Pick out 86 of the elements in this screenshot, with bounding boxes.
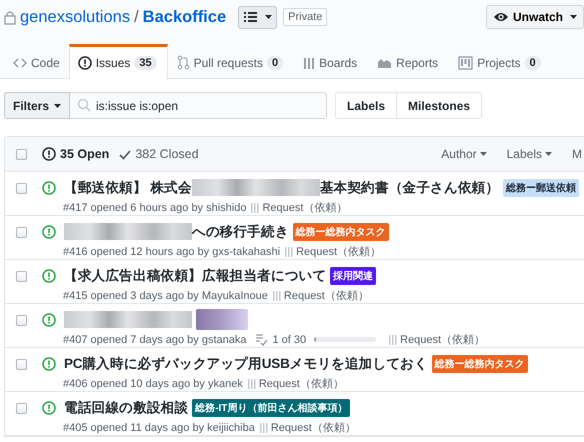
issue-title-link[interactable]: 電話回線の敷設相談 <box>64 398 188 416</box>
redacted-label <box>196 309 248 330</box>
search-field[interactable]: is:issue is:open <box>70 92 328 119</box>
issue-label[interactable]: 総務ー総務内タスク <box>432 354 528 372</box>
nav-button[interactable]: Milestones <box>397 92 482 119</box>
eye-icon <box>492 10 509 24</box>
issue-meta: #407 opened 7 days ago by gstanaka <box>63 334 246 346</box>
milestone-icon <box>260 422 268 434</box>
milestone-icon <box>248 378 256 390</box>
nav-tab[interactable]: Issues 35 <box>68 44 168 80</box>
task-count: 1 of 30 <box>272 334 306 346</box>
code-brackets-icon <box>13 56 27 68</box>
lock-icon <box>4 10 16 24</box>
issue-title-link[interactable]: 【郵送依頼】 株式会 <box>64 178 192 196</box>
repo-name-link[interactable]: Backoffice <box>142 8 226 26</box>
repo-owner-link[interactable]: genexsolutions <box>20 8 130 26</box>
milestone-icon <box>251 202 260 214</box>
checkbox[interactable] <box>16 183 27 194</box>
milestone-link[interactable]: Request（依頼） <box>272 288 369 303</box>
issue-meta: #416 opened 12 hours ago by gxs-takahashi <box>63 246 280 258</box>
open-issue-icon <box>42 357 56 371</box>
count-badge: 0 <box>524 56 541 70</box>
open-issue-icon <box>42 269 56 283</box>
list-menu-button[interactable] <box>238 6 278 28</box>
nav-tab[interactable]: Code <box>4 44 71 79</box>
nav-tab[interactable]: Projects 0 <box>449 44 552 79</box>
issue-title-link[interactable]: 基本契約書（金子さん依頼） <box>320 178 500 196</box>
list-icon <box>244 11 257 23</box>
issue-meta: #406 opened 10 days ago by ykanek <box>63 378 243 390</box>
filters-button[interactable]: Filters <box>4 92 70 119</box>
search-icon <box>77 98 92 112</box>
checkbox[interactable] <box>16 227 27 238</box>
open-issue-icon <box>42 401 56 415</box>
unwatch-button[interactable]: Unwatch <box>486 5 584 29</box>
issue-title-link[interactable]: PC購入時に必ずバックアップ用USBメモリを追加しておく <box>64 354 428 372</box>
milestone-link[interactable]: Request（依頼） <box>251 200 348 215</box>
nav-tab[interactable]: Reports <box>368 44 450 79</box>
checkbox[interactable] <box>16 359 27 370</box>
milestone-icon <box>389 334 398 346</box>
milestone-icon <box>272 290 281 302</box>
exclamation-circle-icon <box>78 56 92 70</box>
filter-menu[interactable]: Labels <box>506 147 552 161</box>
nav-button[interactable]: Labels <box>335 92 398 119</box>
private-badge: Private <box>283 8 328 26</box>
exclamation-circle-icon <box>42 147 56 161</box>
closed-count-link[interactable]: 382 Closed <box>119 147 199 161</box>
milestone-icon <box>285 246 294 258</box>
issue-label[interactable]: 総務-IT周り（前田さん相談事項） <box>192 398 350 416</box>
project-board-icon <box>458 56 474 70</box>
checkbox[interactable] <box>16 403 27 414</box>
count-badge: 0 <box>267 56 284 70</box>
caret-icon <box>570 15 577 19</box>
caret-icon <box>264 15 272 19</box>
issue-label[interactable]: 採用関連 <box>330 266 376 284</box>
issue-label[interactable]: 総務ー郵送依頼 <box>503 178 580 196</box>
issue-meta: #405 opened 11 days ago by keijiichiba <box>63 422 255 434</box>
pull-request-icon <box>176 55 190 70</box>
milestone-link[interactable]: Request（依頼） <box>248 376 344 391</box>
issue-meta: #417 opened 6 hours ago by shishido <box>63 202 246 214</box>
path-separator: / <box>134 8 139 26</box>
open-issue-icon <box>42 181 56 195</box>
count-badge: 35 <box>134 56 157 70</box>
filter-menu[interactable]: Author <box>441 147 487 161</box>
open-issue-icon <box>42 225 56 239</box>
milestone-link[interactable]: Request（依頼） <box>285 244 382 259</box>
nav-tab[interactable]: Pull requests 0 <box>168 44 294 79</box>
area-chart-icon <box>377 56 392 69</box>
check-icon <box>119 148 132 160</box>
issue-meta: #415 opened 3 days ago by MayukaInoue <box>63 290 268 302</box>
checklist-icon <box>255 333 268 346</box>
nav-tab[interactable]: Boards <box>294 44 368 79</box>
checkbox[interactable] <box>16 271 27 282</box>
caret-icon <box>54 104 62 108</box>
checkbox[interactable] <box>16 148 27 160</box>
milestone-link[interactable]: Request（依頼） <box>389 332 486 347</box>
open-count-link[interactable]: 35 Open <box>42 147 110 161</box>
issue-label[interactable]: 総務ー総務内タスク <box>292 222 389 240</box>
milestone-link[interactable]: Request（依頼） <box>260 420 356 435</box>
caret-icon <box>480 152 487 156</box>
checkbox[interactable] <box>16 315 27 326</box>
issue-title-link[interactable]: 【求人広告出稿依頼】広報担当者について <box>64 266 326 284</box>
issue-title-link[interactable]: への移行手続き <box>192 222 289 240</box>
columns-icon <box>303 56 316 70</box>
open-issue-icon <box>42 313 56 327</box>
caret-icon <box>545 152 552 156</box>
filter-menu[interactable]: M <box>572 147 582 161</box>
